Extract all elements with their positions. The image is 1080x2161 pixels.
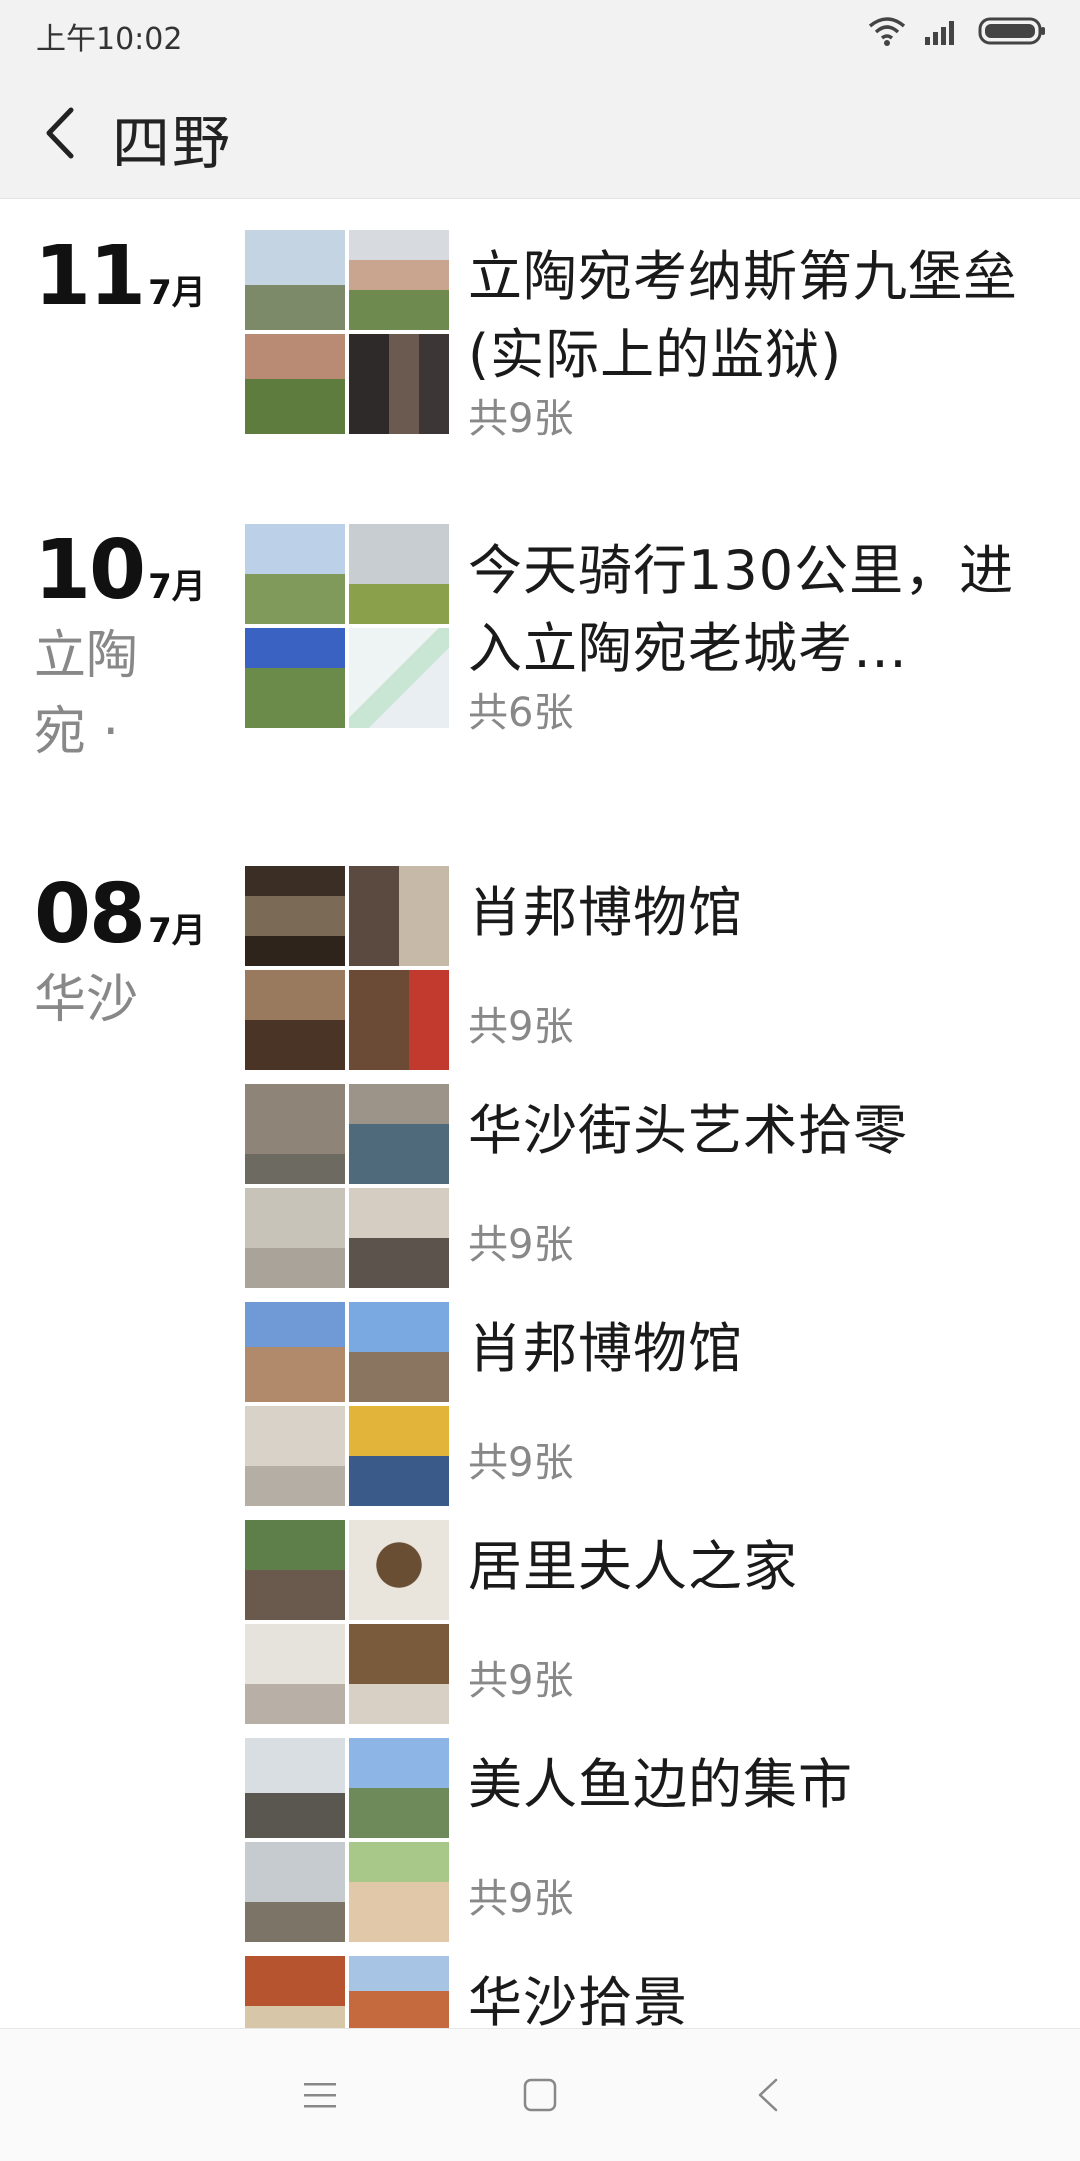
photo-thumbnail: [245, 970, 345, 1070]
page-title: 四野: [112, 109, 233, 177]
post-title: 华沙街头艺术拾零: [468, 1099, 908, 1162]
post-thumbnail-grid: [245, 524, 449, 728]
date-label: 11 7月: [34, 236, 206, 318]
signal-icon: [925, 21, 954, 45]
photo-thumbnail: [245, 1302, 345, 1402]
album-timeline[interactable]: 11 7月 立陶宛考纳斯第九堡垒(实际上的监狱) 共9张 10 7月 立陶宛 ·: [0, 198, 1080, 2028]
photo-thumbnail: [349, 524, 449, 624]
photo-thumbnail: [245, 1842, 345, 1942]
date-month: 7月: [148, 273, 206, 313]
post-thumbnail-grid: [245, 866, 449, 1070]
system-back-button[interactable]: [738, 2065, 798, 2125]
photo-thumbnail: [245, 866, 345, 966]
photo-thumbnail: [349, 1842, 449, 1942]
post-title: 立陶宛考纳斯第九堡垒(实际上的监狱): [468, 245, 1018, 386]
photo-count: 共9张: [468, 1440, 574, 1486]
photo-count: 共9张: [468, 1222, 574, 1268]
post-thumbnail-grid: [245, 1956, 449, 2028]
photo-thumbnail: [245, 230, 345, 330]
post-item[interactable]: 肖邦博物馆 共9张: [245, 1302, 1065, 1506]
photo-thumbnail: [349, 1738, 449, 1838]
photo-thumbnail: [349, 866, 449, 966]
post-item[interactable]: 华沙拾景: [245, 1956, 1065, 2028]
photo-count: 共9张: [468, 1004, 574, 1050]
home-button[interactable]: [510, 2065, 570, 2125]
post-item[interactable]: 今天骑行130公里，进入立陶宛老城考… 共6张: [245, 524, 1065, 736]
photo-thumbnail: [245, 1624, 345, 1724]
photo-thumbnail: [349, 628, 449, 728]
photo-thumbnail: [349, 970, 449, 1070]
post-title: 美人鱼边的集市: [468, 1753, 853, 1816]
post-title: 华沙拾景: [468, 1971, 688, 2028]
back-button[interactable]: [30, 98, 90, 168]
date-label: 10 7月: [34, 530, 206, 612]
post-thumbnail-grid: [245, 230, 449, 434]
photo-thumbnail: [245, 1084, 345, 1184]
post-item[interactable]: 华沙街头艺术拾零 共9张: [245, 1084, 1065, 1288]
photo-count: 共9张: [468, 1658, 574, 1704]
post-thumbnail-grid: [245, 1084, 449, 1288]
photo-count: 共9张: [468, 396, 574, 442]
post-item[interactable]: 居里夫人之家 共9张: [245, 1520, 1065, 1724]
date-month: 7月: [148, 911, 206, 951]
menu-button[interactable]: [290, 2065, 350, 2125]
status-time: 上午10:02: [36, 22, 183, 57]
chevron-left-icon: [46, 107, 74, 159]
post-title: 肖邦博物馆: [468, 881, 743, 944]
post-title: 今天骑行130公里，进入立陶宛老城考…: [468, 539, 1015, 680]
wifi-icon: [868, 17, 906, 46]
photo-thumbnail: [245, 524, 345, 624]
photo-thumbnail: [349, 1956, 449, 2028]
photo-thumbnail: [245, 1406, 345, 1506]
photo-thumbnail: [245, 334, 345, 434]
battery-icon: [978, 17, 1045, 45]
photo-thumbnail: [349, 1624, 449, 1724]
location-label: 华沙: [34, 970, 139, 1030]
post-title: 居里夫人之家: [468, 1535, 798, 1598]
photo-thumbnail: [245, 1738, 345, 1838]
photo-thumbnail: [245, 1956, 345, 2028]
photo-thumbnail: [349, 230, 449, 330]
date-day: 11: [34, 229, 146, 324]
post-item[interactable]: 立陶宛考纳斯第九堡垒(实际上的监狱) 共9张: [245, 230, 1065, 442]
status-icons: [868, 16, 1046, 46]
photo-count: 共9张: [468, 1876, 574, 1922]
post-thumbnail-grid: [245, 1520, 449, 1724]
photo-thumbnail: [349, 334, 449, 434]
photo-thumbnail: [245, 628, 345, 728]
photo-thumbnail: [349, 1084, 449, 1184]
post-thumbnail-grid: [245, 1738, 449, 1942]
photo-thumbnail: [349, 1520, 449, 1620]
menu-icon: [304, 2083, 336, 2108]
back-triangle-icon: [758, 2078, 778, 2112]
post-title: 肖邦博物馆: [468, 1317, 743, 1380]
app-header: 四野: [0, 66, 1080, 199]
post-item[interactable]: 美人鱼边的集市 共9张: [245, 1738, 1065, 1942]
photo-count: 共6张: [468, 690, 574, 736]
photo-thumbnail: [245, 1188, 345, 1288]
post-thumbnail-grid: [245, 1302, 449, 1506]
status-bar: 上午10:02: [0, 0, 1080, 66]
date-label: 08 7月: [34, 874, 206, 956]
date-month: 7月: [148, 567, 206, 607]
home-square-icon: [523, 2078, 557, 2112]
post-item[interactable]: 肖邦博物馆 共9张: [245, 866, 1065, 1070]
location-label: 立陶宛 ·: [34, 626, 139, 762]
date-day: 08: [34, 867, 146, 962]
date-day: 10: [34, 523, 146, 618]
photo-thumbnail: [245, 1520, 345, 1620]
system-nav-bar: [0, 2028, 1080, 2161]
photo-thumbnail: [349, 1406, 449, 1506]
photo-thumbnail: [349, 1188, 449, 1288]
photo-thumbnail: [349, 1302, 449, 1402]
